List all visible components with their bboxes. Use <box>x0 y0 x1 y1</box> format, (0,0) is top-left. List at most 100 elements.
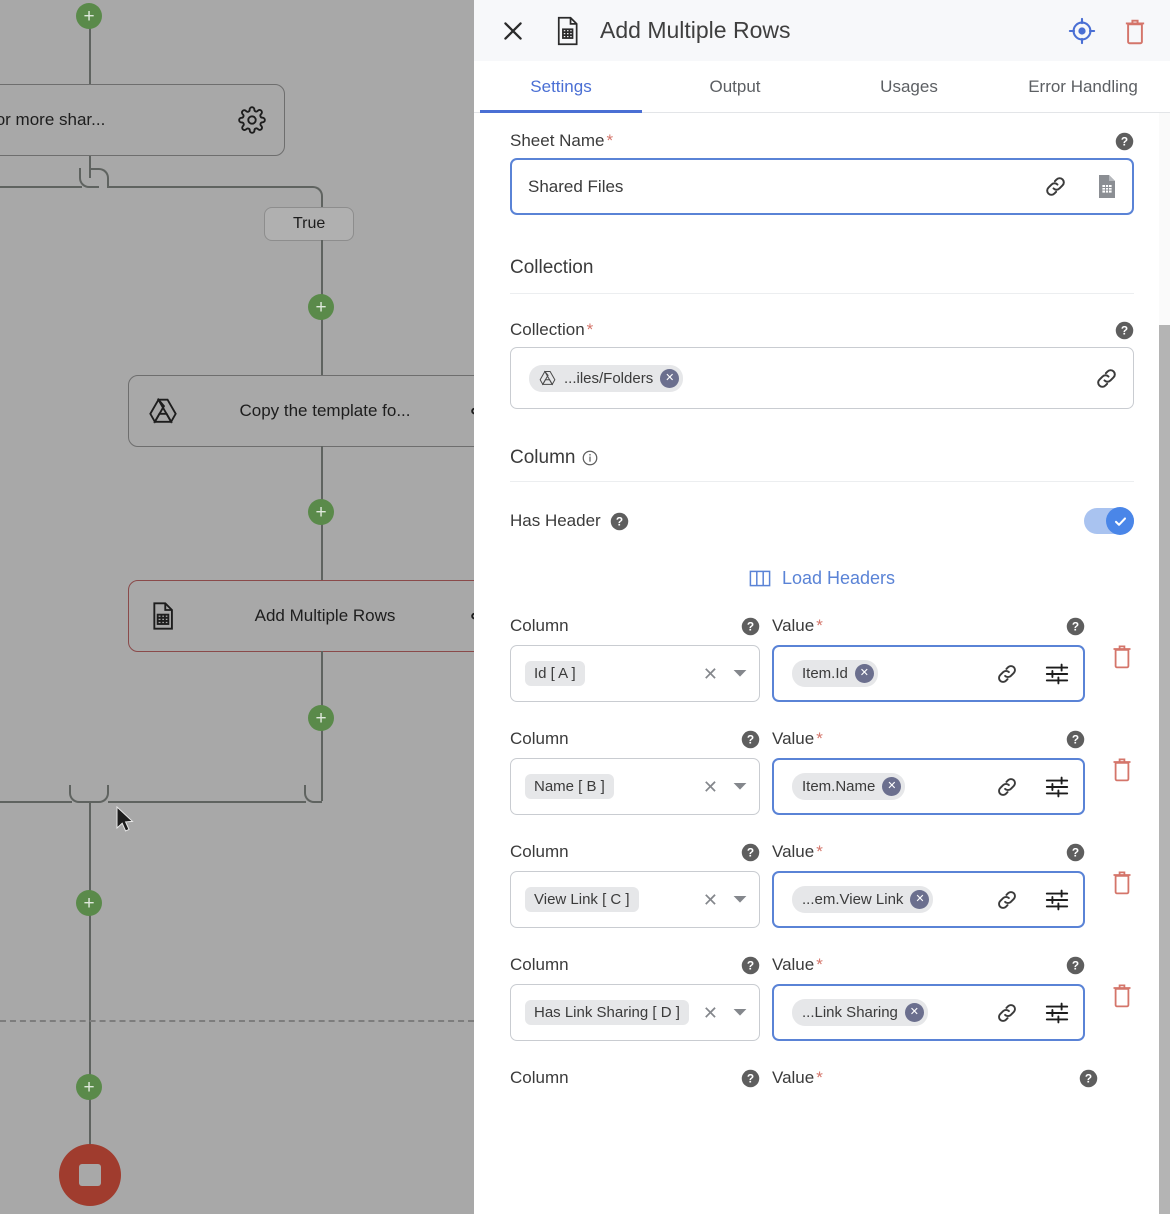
remove-chip-icon[interactable]: ✕ <box>660 368 680 388</box>
load-headers-button[interactable]: Load Headers <box>510 568 1134 589</box>
clear-selection-icon[interactable]: ✕ <box>699 665 722 683</box>
value-input[interactable]: ...em.View Link ✕ <box>772 871 1085 928</box>
help-icon[interactable]: ? <box>1066 730 1085 749</box>
flow-node-label: Has one or more shar... <box>0 110 106 129</box>
load-headers-label: Load Headers <box>781 568 896 588</box>
tab-label: Settings <box>530 76 592 96</box>
flow-node-copy-template[interactable]: Copy the template fo... <box>128 375 474 447</box>
help-icon[interactable]: ? <box>741 956 760 975</box>
help-icon[interactable]: ? <box>610 512 629 531</box>
value-chip-label: Item.Id <box>802 665 848 682</box>
chevron-down-icon[interactable] <box>733 895 747 904</box>
value-label: Value <box>772 616 815 635</box>
value-chip[interactable]: Item.Id ✕ <box>792 660 878 687</box>
clear-selection-icon[interactable]: ✕ <box>699 778 722 796</box>
help-icon[interactable]: ? <box>1115 321 1134 340</box>
column-label-row: Column ? <box>510 954 760 976</box>
delete-row-icon[interactable] <box>1110 756 1134 782</box>
sheet-name-label: Sheet Name <box>510 131 605 150</box>
stop-square-icon <box>79 1164 101 1186</box>
help-icon[interactable]: ? <box>741 730 760 749</box>
svg-text:?: ? <box>747 845 754 859</box>
link-icon[interactable] <box>995 1001 1019 1025</box>
value-input[interactable]: Item.Name ✕ <box>772 758 1085 815</box>
add-step-button[interactable]: + <box>308 705 334 731</box>
delete-row-icon[interactable] <box>1110 982 1134 1008</box>
collection-chip[interactable]: ...iles/Folders ✕ <box>529 364 684 392</box>
close-icon[interactable] <box>500 18 526 44</box>
sheet-name-input[interactable]: Shared Files <box>510 158 1134 215</box>
link-icon[interactable] <box>995 662 1019 686</box>
has-header-toggle[interactable] <box>1084 507 1134 535</box>
value-chip[interactable]: ...em.View Link ✕ <box>792 886 934 913</box>
panel-scrollbar[interactable] <box>1159 113 1170 1214</box>
add-step-button[interactable]: + <box>308 499 334 525</box>
column-select[interactable]: Has Link Sharing [ D ] ✕ <box>510 984 760 1041</box>
info-icon[interactable] <box>582 450 598 466</box>
flow-node-add-multiple-rows[interactable]: Add Multiple Rows <box>128 580 474 652</box>
trash-icon[interactable] <box>1122 17 1148 45</box>
remove-chip-icon[interactable]: ✕ <box>904 1003 924 1022</box>
column-cell: Column ? Id [ A ] ✕ <box>510 615 760 702</box>
column-select[interactable]: Id [ A ] ✕ <box>510 645 760 702</box>
add-step-button[interactable]: + <box>308 294 334 320</box>
settings-sliders-icon[interactable] <box>1045 776 1069 798</box>
link-icon[interactable] <box>1094 366 1119 391</box>
help-icon[interactable]: ? <box>1066 843 1085 862</box>
remove-chip-icon[interactable]: ✕ <box>854 664 874 683</box>
tab-output[interactable]: Output <box>648 61 822 112</box>
delete-row-icon[interactable] <box>1110 869 1134 895</box>
settings-sliders-icon[interactable] <box>1045 663 1069 685</box>
tab-usages[interactable]: Usages <box>822 61 996 112</box>
settings-scroll-area[interactable]: Sheet Name * ? Shared Files Collection C… <box>474 113 1170 1214</box>
help-icon[interactable]: ? <box>1115 132 1134 151</box>
collection-input[interactable]: ...iles/Folders ✕ <box>510 347 1134 409</box>
target-icon[interactable] <box>1068 17 1096 45</box>
add-step-button[interactable]: + <box>76 1074 102 1100</box>
gear-icon[interactable] <box>238 106 266 134</box>
value-chip[interactable]: ...Link Sharing ✕ <box>792 999 928 1026</box>
add-step-button[interactable]: + <box>76 3 102 29</box>
chevron-down-icon[interactable] <box>733 1008 747 1017</box>
clear-selection-icon[interactable]: ✕ <box>699 891 722 909</box>
help-icon[interactable]: ? <box>1066 956 1085 975</box>
help-icon[interactable]: ? <box>741 1069 760 1088</box>
tab-settings[interactable]: Settings <box>474 61 648 113</box>
settings-sliders-icon[interactable] <box>1045 1002 1069 1024</box>
remove-chip-icon[interactable]: ✕ <box>910 890 930 909</box>
link-icon[interactable] <box>995 775 1019 799</box>
value-chip-label: ...Link Sharing <box>802 1004 898 1021</box>
flow-node-label: Add Multiple Rows <box>254 606 396 625</box>
help-icon[interactable]: ? <box>741 843 760 862</box>
value-input[interactable]: Item.Id ✕ <box>772 645 1085 702</box>
chevron-down-icon[interactable] <box>733 782 747 791</box>
flow-canvas[interactable]: + Has one or more shar... True + <box>0 0 474 1214</box>
google-sheets-icon[interactable] <box>1096 174 1118 199</box>
value-chip[interactable]: Item.Name ✕ <box>792 773 906 800</box>
clear-selection-icon[interactable]: ✕ <box>699 1004 722 1022</box>
help-icon[interactable]: ? <box>1079 1069 1098 1088</box>
settings-sliders-icon[interactable] <box>1045 889 1069 911</box>
canvas-guide-line <box>0 1020 474 1022</box>
link-icon[interactable] <box>995 888 1019 912</box>
flow-edge-corner <box>89 168 109 188</box>
flow-edge-corner <box>304 785 322 803</box>
sheet-name-label-row: Sheet Name * ? <box>510 131 1134 151</box>
value-input[interactable]: ...Link Sharing ✕ <box>772 984 1085 1041</box>
svg-text:?: ? <box>1072 732 1079 746</box>
link-icon[interactable] <box>1043 174 1068 199</box>
add-step-button[interactable]: + <box>76 890 102 916</box>
column-select[interactable]: Name [ B ] ✕ <box>510 758 760 815</box>
help-icon[interactable]: ? <box>1066 617 1085 636</box>
remove-chip-icon[interactable]: ✕ <box>882 777 902 796</box>
chevron-down-icon[interactable] <box>733 669 747 678</box>
column-select[interactable]: View Link [ C ] ✕ <box>510 871 760 928</box>
delete-row-icon[interactable] <box>1110 643 1134 669</box>
help-icon[interactable]: ? <box>741 617 760 636</box>
flow-node-condition[interactable]: Has one or more shar... <box>0 84 285 156</box>
stop-node[interactable] <box>59 1144 121 1206</box>
scrollbar-thumb[interactable] <box>1159 325 1170 1214</box>
tab-error-handling[interactable]: Error Handling <box>996 61 1170 112</box>
branch-label-true[interactable]: True <box>264 207 355 241</box>
column-section-title-row: Column <box>510 447 1134 482</box>
